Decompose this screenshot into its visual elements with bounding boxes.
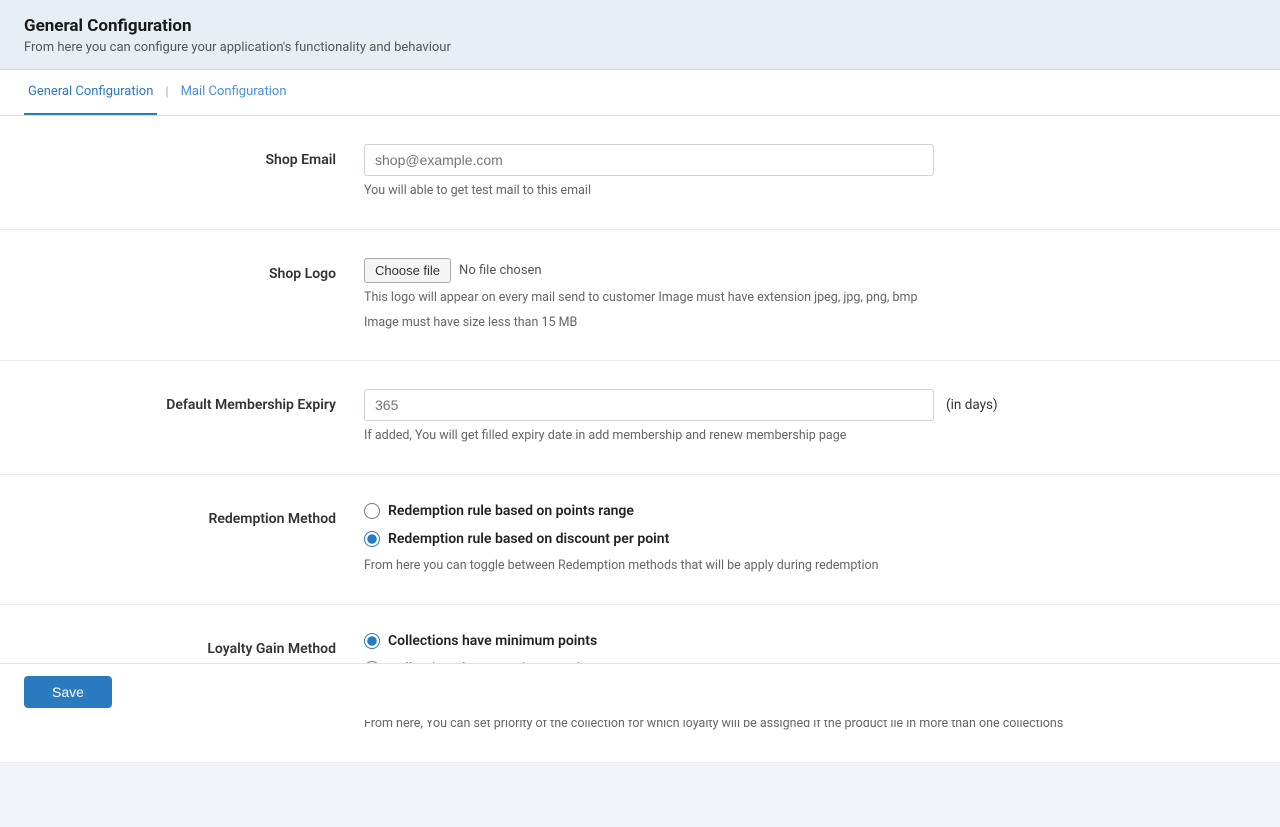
membership-expiry-label: Default Membership Expiry bbox=[24, 389, 364, 413]
tab-separator: | bbox=[165, 85, 168, 100]
tabs-bar: General Configuration | Mail Configurati… bbox=[0, 70, 1280, 116]
tab-mail-configuration[interactable]: Mail Configuration bbox=[177, 70, 291, 115]
file-input-row: Choose file No file chosen bbox=[364, 258, 1256, 283]
redemption-radio-group: Redemption rule based on points range Re… bbox=[364, 503, 1256, 547]
redemption-discount-label: Redemption rule based on discount per po… bbox=[388, 531, 669, 547]
redemption-option-discount[interactable]: Redemption rule based on discount per po… bbox=[364, 531, 1256, 547]
page-header: General Configuration From here you can … bbox=[0, 0, 1280, 70]
redemption-method-label: Redemption Method bbox=[24, 503, 364, 527]
redemption-range-label: Redemption rule based on points range bbox=[388, 503, 634, 519]
expiry-row: (in days) bbox=[364, 389, 1256, 421]
membership-expiry-input[interactable] bbox=[364, 389, 934, 421]
loyalty-radio-min[interactable] bbox=[364, 633, 380, 649]
shop-logo-control: Choose file No file chosen This logo wil… bbox=[364, 258, 1256, 333]
shop-logo-hint2: Image must have size less than 15 MB bbox=[364, 314, 1256, 333]
membership-expiry-control: (in days) If added, You will get filled … bbox=[364, 389, 1256, 446]
loyalty-gain-method-label: Loyalty Gain Method bbox=[24, 633, 364, 657]
loyalty-min-label: Collections have minimum points bbox=[388, 633, 597, 649]
page-subtitle: From here you can configure your applica… bbox=[24, 40, 1256, 55]
save-button-bar: Save bbox=[0, 663, 1280, 720]
shop-logo-label: Shop Logo bbox=[24, 258, 364, 282]
loyalty-option-min[interactable]: Collections have minimum points bbox=[364, 633, 1256, 649]
section-shop-logo: Shop Logo Choose file No file chosen Thi… bbox=[0, 230, 1280, 362]
shop-email-input[interactable] bbox=[364, 144, 934, 176]
choose-file-button[interactable]: Choose file bbox=[364, 258, 451, 283]
section-redemption-method: Redemption Method Redemption rule based … bbox=[0, 475, 1280, 605]
save-button[interactable]: Save bbox=[24, 676, 112, 708]
redemption-method-control: Redemption rule based on points range Re… bbox=[364, 503, 1256, 576]
redemption-option-range[interactable]: Redemption rule based on points range bbox=[364, 503, 1256, 519]
shop-logo-hint1: This logo will appear on every mail send… bbox=[364, 289, 1256, 308]
section-shop-email: Shop Email You will able to get test mai… bbox=[0, 116, 1280, 230]
membership-expiry-hint: If added, You will get filled expiry dat… bbox=[364, 427, 1256, 446]
redemption-radio-range[interactable] bbox=[364, 503, 380, 519]
redemption-method-hint: From here you can toggle between Redempt… bbox=[364, 557, 1256, 576]
page-title: General Configuration bbox=[24, 16, 1256, 36]
no-file-text: No file chosen bbox=[459, 263, 542, 278]
shop-email-label: Shop Email bbox=[24, 144, 364, 168]
shop-email-hint: You will able to get test mail to this e… bbox=[364, 182, 1256, 201]
section-membership-expiry: Default Membership Expiry (in days) If a… bbox=[0, 361, 1280, 475]
expiry-unit: (in days) bbox=[946, 397, 998, 413]
tab-general-configuration[interactable]: General Configuration bbox=[24, 70, 157, 115]
shop-email-control: You will able to get test mail to this e… bbox=[364, 144, 1256, 201]
redemption-radio-discount[interactable] bbox=[364, 531, 380, 547]
